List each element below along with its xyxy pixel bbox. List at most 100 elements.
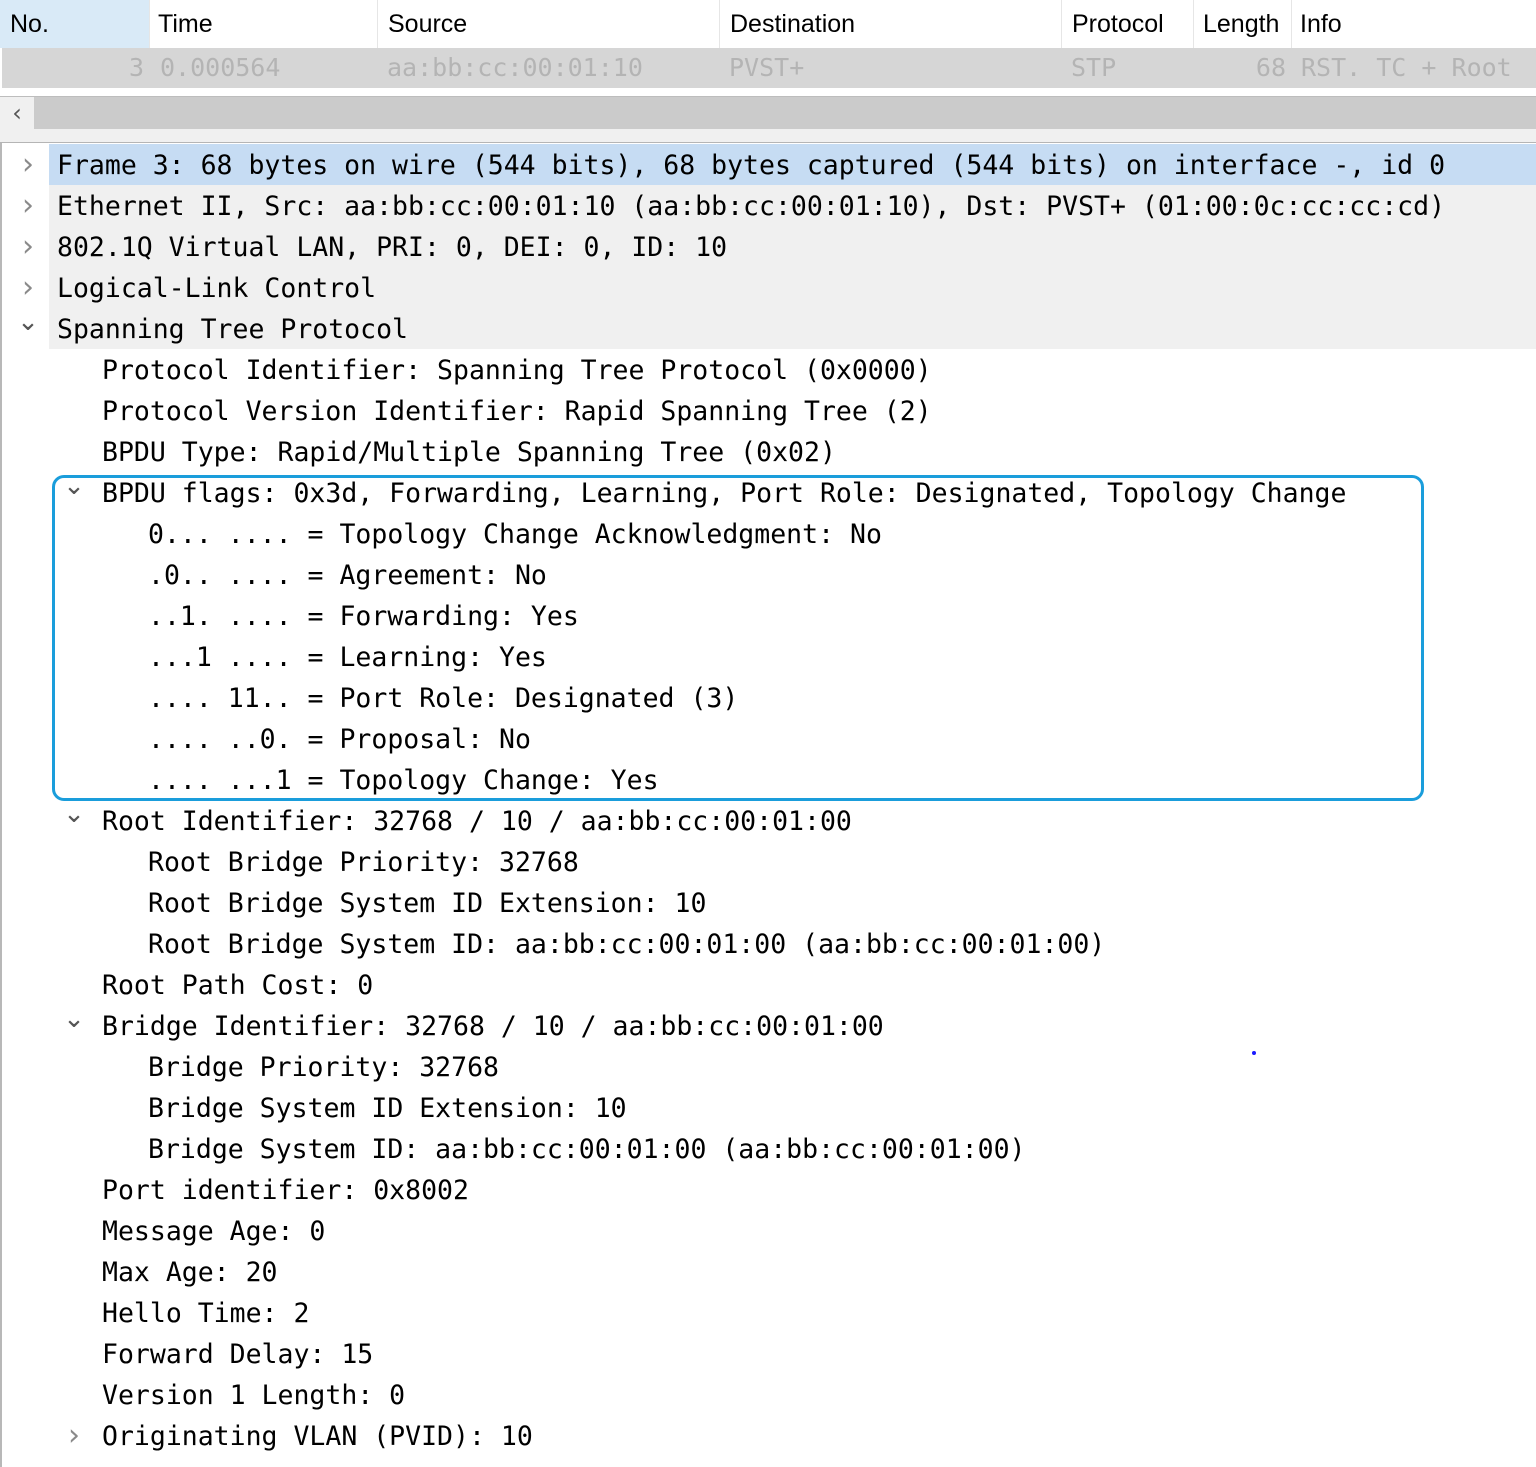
chevron-down-icon[interactable]: ⌄ <box>14 308 42 349</box>
column-header-label: No. <box>10 9 49 38</box>
tree-row-label: Root Identifier: 32768 / 10 / aa:bb:cc:0… <box>102 806 852 837</box>
tree-row[interactable]: ..1. .... = Forwarding: Yes <box>2 595 1536 636</box>
tree-row-label: ..1. .... = Forwarding: Yes <box>148 601 579 632</box>
tree-row[interactable]: › 802.1Q Virtual LAN, PRI: 0, DEI: 0, ID:… <box>2 226 1536 267</box>
cell-time: 0.000564 <box>160 53 281 82</box>
tree-row-label: ...1 .... = Learning: Yes <box>148 642 547 673</box>
tree-row[interactable]: Protocol Version Identifier: Rapid Spann… <box>2 390 1536 431</box>
tree-row-label: Hello Time: 2 <box>102 1298 310 1329</box>
column-header-destination[interactable]: Destination <box>720 0 1062 48</box>
tree-row-label: Bridge System ID: aa:bb:cc:00:01:00 (aa:… <box>148 1134 1026 1165</box>
tree-row-label: .... ..0. = Proposal: No <box>148 724 531 755</box>
tree-row-label: BPDU flags: 0x3d, Forwarding, Learning, … <box>102 478 1347 509</box>
tree-row-label: Port identifier: 0x8002 <box>102 1175 469 1206</box>
packet-row[interactable]: 3 0.000564 aa:bb:cc:00:01:10 PVST+ STP 6… <box>2 48 1536 88</box>
chevron-right-icon[interactable]: › <box>60 1415 88 1456</box>
tree-row[interactable]: .... 11.. = Port Role: Designated (3) <box>2 677 1536 718</box>
tree-row[interactable]: BPDU Type: Rapid/Multiple Spanning Tree … <box>2 431 1536 472</box>
cell-protocol: STP <box>1071 53 1117 82</box>
tree-row[interactable]: Bridge Priority: 32768 <box>2 1046 1536 1087</box>
tree-row[interactable]: 0... .... = Topology Change Acknowledgme… <box>2 513 1536 554</box>
tree-row-label: Frame 3: 68 bytes on wire (544 bits), 68… <box>57 150 1446 181</box>
cursor-dot <box>1252 1051 1256 1055</box>
column-header-protocol[interactable]: Protocol <box>1062 0 1194 48</box>
tree-row-label: Bridge System ID Extension: 10 <box>148 1093 627 1124</box>
chevron-left-icon: ‹ <box>12 99 22 127</box>
tree-row-label: Originating VLAN (PVID): 10 <box>102 1421 533 1452</box>
tree-row[interactable]: .... ...1 = Topology Change: Yes <box>2 759 1536 800</box>
tree-row[interactable]: ⌄ Bridge Identifier: 32768 / 10 / aa:bb:c… <box>2 1005 1536 1046</box>
column-header-label: Length <box>1203 9 1280 38</box>
tree-row[interactable]: › Frame 3: 68 bytes on wire (544 bits), 6… <box>2 144 1536 185</box>
tree-row-label: Logical-Link Control <box>57 273 377 304</box>
scroll-left-button[interactable]: ‹ <box>0 97 34 129</box>
tree-row[interactable]: Version 1 Length: 0 <box>2 1374 1536 1415</box>
tree-row[interactable]: Max Age: 20 <box>2 1251 1536 1292</box>
tree-row[interactable]: Bridge System ID: aa:bb:cc:00:01:00 (aa:… <box>2 1128 1536 1169</box>
chevron-down-icon[interactable]: ⌄ <box>60 800 88 841</box>
tree-row-label: .... ...1 = Topology Change: Yes <box>148 765 659 796</box>
column-header-info[interactable]: Info <box>1292 0 1536 48</box>
tree-row[interactable]: ⌄ Spanning Tree Protocol <box>2 308 1536 349</box>
tree-row-label: Forward Delay: 15 <box>102 1339 374 1370</box>
tree-row-label: Spanning Tree Protocol <box>57 314 408 345</box>
chevron-right-icon[interactable]: › <box>14 267 42 308</box>
column-header-source[interactable]: Source <box>378 0 720 48</box>
tree-row-label: 802.1Q Virtual LAN, PRI: 0, DEI: 0, ID: … <box>57 232 728 263</box>
tree-row[interactable]: Root Path Cost: 0 <box>2 964 1536 1005</box>
cell-length: 68 <box>1255 53 1286 82</box>
column-header-label: Source <box>388 9 468 38</box>
chevron-right-icon[interactable]: › <box>14 144 42 185</box>
column-header-length[interactable]: Length <box>1194 0 1292 48</box>
column-header-label: Info <box>1300 9 1342 38</box>
tree-row[interactable]: Root Bridge Priority: 32768 <box>2 841 1536 882</box>
column-header-label: Time <box>158 9 213 38</box>
pane-splitter[interactable] <box>0 129 1536 143</box>
tree-row-label: Root Path Cost: 0 <box>102 970 374 1001</box>
horizontal-scrollbar[interactable]: ‹ <box>0 96 1536 130</box>
tree-row-label: Root Bridge System ID: aa:bb:cc:00:01:00… <box>148 929 1106 960</box>
tree-row-label: 0... .... = Topology Change Acknowledgme… <box>148 519 882 550</box>
tree-row[interactable]: Protocol Identifier: Spanning Tree Proto… <box>2 349 1536 390</box>
tree-row-label: BPDU Type: Rapid/Multiple Spanning Tree … <box>102 437 836 468</box>
tree-row[interactable]: › Originating VLAN (PVID): 10 <box>2 1415 1536 1456</box>
chevron-right-icon[interactable]: › <box>14 185 42 226</box>
cell-no: 3 <box>128 53 144 82</box>
packet-list-pane: No. Time Source Destination Protocol Len… <box>0 0 1536 130</box>
tree-row[interactable]: .... ..0. = Proposal: No <box>2 718 1536 759</box>
chevron-right-icon[interactable]: › <box>14 226 42 267</box>
tree-row-label: Protocol Version Identifier: Rapid Spann… <box>102 396 932 427</box>
tree-row[interactable]: .0.. .... = Agreement: No <box>2 554 1536 595</box>
cell-source: aa:bb:cc:00:01:10 <box>387 53 643 82</box>
tree-row[interactable]: ⌄ BPDU flags: 0x3d, Forwarding, Learning,… <box>2 472 1536 513</box>
cell-info: RST. TC + Root <box>1301 53 1512 82</box>
tree-row-label: Root Bridge System ID Extension: 10 <box>148 888 707 919</box>
tree-row[interactable]: Message Age: 0 <box>2 1210 1536 1251</box>
tree-row[interactable]: Port identifier: 0x8002 <box>2 1169 1536 1210</box>
tree-row-label: .0.. .... = Agreement: No <box>148 560 547 591</box>
tree-row[interactable]: ...1 .... = Learning: Yes <box>2 636 1536 677</box>
tree-row[interactable]: Forward Delay: 15 <box>2 1333 1536 1374</box>
tree-row[interactable]: › Logical-Link Control <box>2 267 1536 308</box>
column-header-time[interactable]: Time <box>150 0 378 48</box>
tree-row-label: Bridge Identifier: 32768 / 10 / aa:bb:cc… <box>102 1011 884 1042</box>
chevron-down-icon[interactable]: ⌄ <box>60 472 88 513</box>
tree-row[interactable]: Root Bridge System ID Extension: 10 <box>2 882 1536 923</box>
tree-row-label: Protocol Identifier: Spanning Tree Proto… <box>102 355 932 386</box>
tree-row[interactable]: Root Bridge System ID: aa:bb:cc:00:01:00… <box>2 923 1536 964</box>
tree-row[interactable]: › Ethernet II, Src: aa:bb:cc:00:01:10 (aa… <box>2 185 1536 226</box>
chevron-down-icon[interactable]: ⌄ <box>60 1005 88 1046</box>
tree-row-label: Max Age: 20 <box>102 1257 278 1288</box>
column-header-label: Destination <box>730 9 856 38</box>
packet-details-pane: › Frame 3: 68 bytes on wire (544 bits), 6… <box>0 143 1536 1467</box>
tree-row-label: Ethernet II, Src: aa:bb:cc:00:01:10 (aa:… <box>57 191 1446 222</box>
tree-row[interactable]: Hello Time: 2 <box>2 1292 1536 1333</box>
tree-row-label: .... 11.. = Port Role: Designated (3) <box>148 683 739 714</box>
column-header-no[interactable]: No. <box>0 0 150 48</box>
tree-row[interactable]: ⌄ Root Identifier: 32768 / 10 / aa:bb:cc:… <box>2 800 1536 841</box>
tree-row-label: Message Age: 0 <box>102 1216 326 1247</box>
cell-destination: PVST+ <box>729 53 805 82</box>
tree-row-label: Bridge Priority: 32768 <box>148 1052 499 1083</box>
tree-row[interactable]: Bridge System ID Extension: 10 <box>2 1087 1536 1128</box>
tree-row-label: Version 1 Length: 0 <box>102 1380 406 1411</box>
